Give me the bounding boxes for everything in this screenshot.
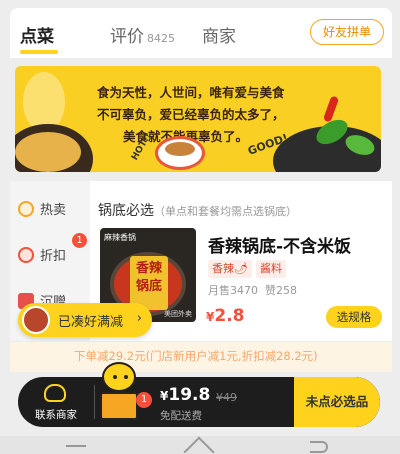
cart-total-value: 19.8 — [168, 385, 211, 405]
item-price: ¥2.8 — [206, 306, 244, 326]
mascot-eye — [113, 375, 117, 379]
divider — [94, 385, 95, 419]
mascot-eye — [124, 375, 128, 379]
tab-active-indicator — [20, 50, 58, 54]
contact-merchant-button[interactable]: 联系商家 — [18, 377, 94, 427]
mascot-head — [102, 362, 136, 392]
item-tag-sauce: 酱料 — [256, 260, 286, 278]
tab-bar: 点菜 评价 8425 商家 好友拼单 — [10, 8, 392, 58]
tab-merchant[interactable]: 商家 — [202, 22, 236, 47]
pill-text: 已凑好满减 — [58, 315, 124, 330]
item-tag-spicy: 香辣🌶 — [208, 260, 252, 278]
mascot-box — [100, 392, 138, 420]
discount-achieved-pill[interactable]: 已凑好满减 › — [18, 303, 152, 337]
item-likes: 赞258 — [265, 284, 297, 297]
discount-bar-overlay — [10, 342, 392, 372]
sidebar-item-discount[interactable]: 折扣 — [18, 245, 66, 264]
tab-order-label: 点菜 — [20, 27, 54, 47]
tab-order[interactable]: 点菜 — [20, 22, 54, 47]
cart-original-price: ¥49 — [216, 391, 237, 404]
review-count: 8425 — [147, 32, 175, 45]
sidebar-item-label: 折扣 — [40, 249, 67, 264]
group-order-button[interactable]: 好友拼单 — [310, 19, 384, 45]
flame-icon — [18, 201, 34, 217]
banner-line-2: 不可辜负，爱已经辜负的太多了， — [97, 107, 285, 122]
delivery-fee: 免配送费 — [160, 410, 202, 422]
steam-graphic — [23, 72, 65, 132]
banner-line-1: 食为天性，人世间，唯有爱与美食 — [97, 85, 285, 100]
item-image-sign: 香辣锅底 — [130, 256, 168, 310]
item-name[interactable]: 香辣锅底-不含米饭 — [208, 232, 351, 257]
cart-mascot-icon[interactable]: 1 — [96, 362, 152, 424]
pill-thumbnail — [22, 306, 50, 334]
section-note: （单点和套餐均需点选锅底） — [154, 205, 297, 218]
price-value: 2.8 — [214, 306, 245, 326]
chevron-right-icon: › — [136, 311, 142, 326]
cart-bar: 联系商家 ¥19.8 ¥49 免配送费 未点必选品 — [18, 377, 380, 427]
section-header: 锅底必选（单点和套餐均需点选锅底） — [98, 200, 297, 220]
headset-icon — [44, 384, 66, 402]
cart-total: ¥19.8 — [160, 385, 210, 405]
contact-merchant-label: 联系商家 — [35, 409, 77, 421]
monthly-sales: 月售3470 — [208, 284, 258, 297]
item-image-brand: 美团外卖 — [164, 310, 192, 318]
sidebar-item-hot[interactable]: 热卖 — [18, 199, 66, 218]
menu-icon[interactable] — [66, 445, 86, 447]
hotpot-soup-image — [15, 132, 81, 172]
tab-merchant-label: 商家 — [202, 27, 236, 47]
checkout-button[interactable]: 未点必选品 — [294, 377, 380, 427]
bowl-food-image — [165, 142, 195, 156]
section-title: 锅底必选 — [98, 203, 154, 219]
sidebar-item-label: 热卖 — [40, 203, 67, 218]
restaurant-page: 点菜 评价 8425 商家 好友拼单 食为天性，人世间，唯有爱与美食 不可辜负，爱… — [0, 0, 400, 454]
discount-icon — [18, 247, 34, 263]
tab-reviews[interactable]: 评价 8425 — [110, 22, 175, 47]
promo-banner[interactable]: 食为天性，人世间，唯有爱与美食 不可辜负，爱已经辜负的太多了， 美食就不能再辜负… — [15, 66, 381, 172]
tab-reviews-label: 评价 — [110, 27, 144, 47]
chili-graphic — [322, 95, 340, 123]
item-image-caption: 麻辣香锅 — [104, 233, 136, 242]
cart-count-badge: 1 — [136, 392, 152, 408]
item-stats: 月售3470 赞258 — [208, 282, 297, 298]
select-spec-button[interactable]: 选规格 — [326, 306, 382, 328]
back-icon[interactable] — [310, 441, 328, 453]
discount-badge: 1 — [72, 233, 87, 248]
